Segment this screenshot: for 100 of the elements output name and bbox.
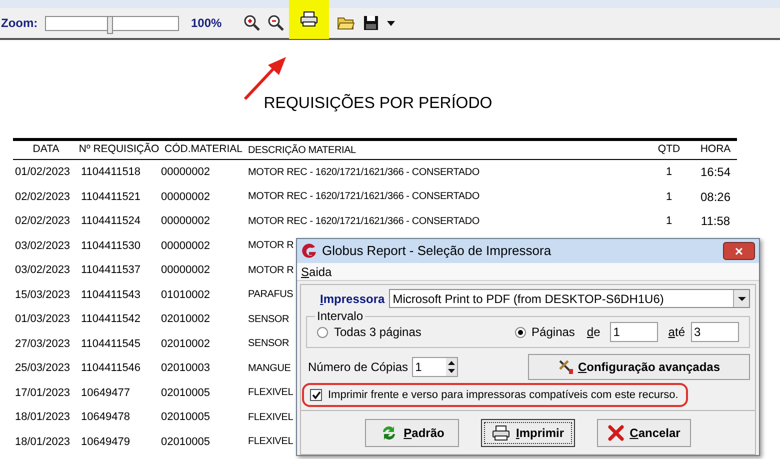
table-cell-text: 1104411543	[80, 288, 141, 302]
slider-thumb[interactable]	[107, 16, 114, 34]
table-cell-text: FLEXIVEL	[248, 410, 294, 425]
report-title: REQUISIÇÕES POR PERÍODO	[262, 93, 494, 114]
logo-icon	[301, 243, 317, 259]
column-header: HORA	[700, 142, 731, 158]
from-label: de	[586, 324, 600, 341]
table-cell-text: 01/03/2023	[14, 312, 70, 327]
table-cell-text: SENSOR	[248, 337, 290, 352]
table-cell-text: 02/02/2023	[14, 214, 70, 229]
copies-label: Número de Cópias	[308, 359, 408, 376]
folder-icon[interactable]	[337, 15, 355, 31]
printer-select[interactable]: Microsoft Print to PDF (from DESKTOP-S6DH1U6)	[388, 289, 750, 308]
table-cell-text: 1104411530	[80, 238, 141, 254]
copies-spinner[interactable]: 1	[412, 357, 458, 377]
to-label: até	[668, 324, 685, 341]
print-toolbar-button[interactable]	[289, 0, 329, 39]
to-field[interactable]: 3	[691, 322, 739, 342]
table-cell-text: 00000002	[160, 214, 210, 229]
table-cell-text: 02010005	[160, 410, 210, 425]
table-cell-text: 1104411546	[80, 361, 141, 376]
dropdown-icon	[738, 296, 746, 300]
table-cell-text: 00000002	[160, 190, 210, 204]
table-cell-text: 1104411545	[80, 336, 141, 352]
range-label: Intervalo	[315, 309, 366, 323]
table-cell-text: 02010002	[160, 336, 210, 352]
reset-button[interactable]: Padrão	[365, 418, 459, 446]
table-cell-text: MOTOR REC - 1620/1721/1621/366 - CONSERTADO	[248, 166, 480, 180]
table-cell-text: 01010002	[160, 288, 210, 302]
menu-item[interactable]: Saida	[301, 262, 332, 280]
check-icon	[312, 391, 320, 399]
print-button[interactable]: Imprimir	[481, 418, 575, 446]
table-cell-text: 17/01/2023	[14, 386, 70, 400]
radio-label: Páginas	[532, 324, 575, 341]
table-cell-text: 02010005	[160, 386, 210, 400]
table-cell-text: MOTOR R	[248, 239, 294, 254]
table-cell-text: FLEXIVEL	[248, 435, 294, 450]
table-cell-text: 1104411518	[80, 165, 141, 180]
table-cell-text: 27/03/2023	[14, 336, 70, 352]
table-cell-text: 1	[666, 190, 672, 204]
table-cell-text: 1104411542	[80, 312, 141, 327]
table-cell-text: MOTOR R	[248, 264, 294, 278]
printer-label: Impressora	[320, 290, 385, 308]
tools-icon	[558, 359, 574, 375]
column-header: DATA	[32, 142, 60, 158]
table-cell-text: 02010002	[160, 312, 210, 327]
x-icon	[608, 424, 624, 440]
table-cell-text: 10649479	[80, 434, 130, 450]
table-cell-text: MOTOR REC - 1620/1721/1621/366 - CONSERTADO	[248, 214, 480, 229]
checkbox[interactable]	[310, 389, 322, 401]
table-cell-text: 00000002	[160, 165, 210, 180]
table-cell-text: 03/02/2023	[14, 238, 70, 254]
table-cell-text: 16:54	[700, 164, 731, 182]
table-cell-text: 1	[666, 214, 672, 229]
table-cell-text: 18/01/2023	[14, 410, 70, 425]
radio-label: Todas 3 páginas	[334, 324, 422, 341]
table-cell-text: 01/02/2023	[14, 165, 70, 180]
table-cell-text: 1104411524	[80, 214, 141, 229]
table-cell-text: 1104411537	[80, 263, 141, 278]
table-cell-text: 00000002	[160, 238, 210, 254]
column-header: Nº REQUISIÇÃO	[78, 142, 160, 158]
table-cell-text: 08:26	[700, 188, 731, 206]
table-cell-text: 25/03/2023	[14, 361, 70, 376]
printer-icon	[492, 424, 510, 440]
zoom-value: 100%	[191, 15, 223, 32]
table-cell-text: PARAFUS	[248, 288, 294, 302]
checkbox-label: Imprimir frente e verso para impressoras compatíveis com este recurso.	[328, 388, 678, 403]
table-cell-text: 00000002	[160, 263, 210, 278]
table-cell-text: 1104411521	[80, 190, 141, 204]
table-cell-text: 11:58	[700, 213, 730, 230]
table-cell-text: 02010003	[160, 361, 210, 376]
zoom-label: Zoom:	[1, 15, 39, 32]
table-cell-text: 10649478	[80, 410, 130, 425]
zoom-in-icon[interactable]	[243, 14, 261, 32]
radio-button[interactable]	[317, 326, 328, 338]
dialog-title: Globus Report - Seleção de Impressora	[322, 242, 552, 260]
save-icon[interactable]	[363, 15, 379, 31]
table-cell-text: 15/03/2023	[14, 288, 70, 302]
cancel-button[interactable]: Cancelar	[597, 418, 691, 446]
column-header: DESCRIÇÃO MATERIAL	[248, 143, 356, 158]
table-cell-text: 10649477	[80, 386, 130, 400]
table-cell-text: MANGUE	[248, 362, 291, 376]
close-button[interactable]: ×	[723, 242, 755, 260]
table-cell-text: 02010005	[160, 434, 210, 450]
table-cell-text: 02/02/2023	[14, 190, 70, 204]
radio-button[interactable]	[514, 326, 526, 338]
from-field[interactable]: 1	[610, 322, 658, 342]
spinner-arrows-icon	[446, 358, 458, 376]
advanced-settings-button[interactable]: Configuração avançadas	[528, 354, 750, 380]
table-cell-text: 18/01/2023	[14, 434, 70, 450]
table-cell-text: FLEXIVEL	[248, 386, 294, 400]
table-cell-text: MOTOR REC - 1620/1721/1621/366 - CONSERTADO	[248, 190, 480, 204]
table-cell-text: 1	[666, 165, 672, 180]
table-cell-text: 03/02/2023	[14, 263, 70, 278]
table-cell-text: SENSOR	[248, 312, 290, 327]
zoom-out-icon[interactable]	[267, 14, 285, 32]
printer-icon	[300, 11, 318, 27]
column-header: QTD	[658, 142, 680, 158]
column-header: CÓD.MATERIAL	[164, 142, 242, 158]
dropdown-icon[interactable]	[387, 20, 395, 26]
